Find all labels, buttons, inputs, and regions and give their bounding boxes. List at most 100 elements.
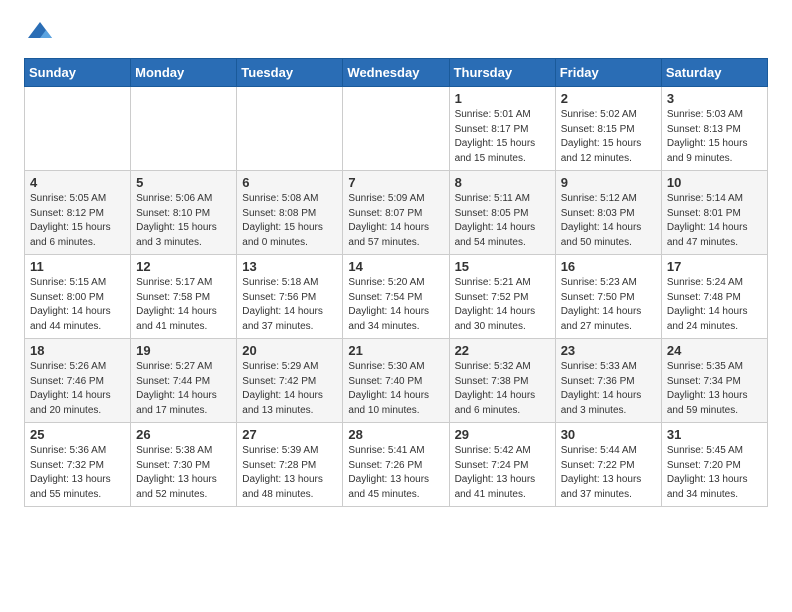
day-number: 19 xyxy=(136,343,231,358)
day-number: 3 xyxy=(667,91,762,106)
page-header xyxy=(24,20,768,42)
calendar-cell: 4 Sunrise: 5:05 AM Sunset: 8:12 PM Daylig… xyxy=(25,171,131,255)
day-number: 13 xyxy=(242,259,337,274)
calendar-cell: 29 Sunrise: 5:42 AM Sunset: 7:24 PM Dayli… xyxy=(449,423,555,507)
day-info: Sunrise: 5:27 AM Sunset: 7:44 PM Dayligh… xyxy=(136,360,231,418)
day-number: 16 xyxy=(561,259,656,274)
day-info: Sunrise: 5:09 AM Sunset: 8:07 PM Dayligh… xyxy=(348,192,443,250)
day-info: Sunrise: 5:06 AM Sunset: 8:10 PM Dayligh… xyxy=(136,192,231,250)
day-number: 26 xyxy=(136,427,231,442)
day-number: 24 xyxy=(667,343,762,358)
calendar-week-2: 4 Sunrise: 5:05 AM Sunset: 8:12 PM Daylig… xyxy=(25,171,768,255)
calendar-header-row: SundayMondayTuesdayWednesdayThursdayFrid… xyxy=(25,59,768,87)
calendar-cell: 26 Sunrise: 5:38 AM Sunset: 7:30 PM Dayli… xyxy=(131,423,237,507)
calendar-table: SundayMondayTuesdayWednesdayThursdayFrid… xyxy=(24,58,768,507)
header-tuesday: Tuesday xyxy=(237,59,343,87)
day-number: 8 xyxy=(455,175,550,190)
header-wednesday: Wednesday xyxy=(343,59,449,87)
day-info: Sunrise: 5:23 AM Sunset: 7:50 PM Dayligh… xyxy=(561,276,656,334)
calendar-cell xyxy=(237,87,343,171)
calendar-cell xyxy=(343,87,449,171)
day-number: 18 xyxy=(30,343,125,358)
day-number: 4 xyxy=(30,175,125,190)
day-info: Sunrise: 5:08 AM Sunset: 8:08 PM Dayligh… xyxy=(242,192,337,250)
calendar-cell xyxy=(131,87,237,171)
day-info: Sunrise: 5:11 AM Sunset: 8:05 PM Dayligh… xyxy=(455,192,550,250)
day-number: 29 xyxy=(455,427,550,442)
day-number: 5 xyxy=(136,175,231,190)
day-number: 30 xyxy=(561,427,656,442)
day-info: Sunrise: 5:17 AM Sunset: 7:58 PM Dayligh… xyxy=(136,276,231,334)
calendar-cell: 5 Sunrise: 5:06 AM Sunset: 8:10 PM Daylig… xyxy=(131,171,237,255)
calendar-cell: 7 Sunrise: 5:09 AM Sunset: 8:07 PM Daylig… xyxy=(343,171,449,255)
day-number: 23 xyxy=(561,343,656,358)
logo-icon xyxy=(26,20,54,42)
calendar-week-5: 25 Sunrise: 5:36 AM Sunset: 7:32 PM Dayli… xyxy=(25,423,768,507)
day-number: 1 xyxy=(455,91,550,106)
header-sunday: Sunday xyxy=(25,59,131,87)
calendar-cell: 2Sunrise: 5:02 AM Sunset: 8:15 PM Daylig… xyxy=(555,87,661,171)
calendar-cell: 30 Sunrise: 5:44 AM Sunset: 7:22 PM Dayli… xyxy=(555,423,661,507)
calendar-cell: 14Sunrise: 5:20 AM Sunset: 7:54 PM Dayli… xyxy=(343,255,449,339)
calendar-cell: 25 Sunrise: 5:36 AM Sunset: 7:32 PM Dayli… xyxy=(25,423,131,507)
calendar-cell: 13 Sunrise: 5:18 AM Sunset: 7:56 PM Dayli… xyxy=(237,255,343,339)
day-info: Sunrise: 5:18 AM Sunset: 7:56 PM Dayligh… xyxy=(242,276,337,334)
day-number: 11 xyxy=(30,259,125,274)
day-number: 28 xyxy=(348,427,443,442)
calendar-cell: 31Sunrise: 5:45 AM Sunset: 7:20 PM Dayli… xyxy=(661,423,767,507)
day-info: Sunrise: 5:03 AM Sunset: 8:13 PM Dayligh… xyxy=(667,108,762,166)
calendar-cell: 1 Sunrise: 5:01 AM Sunset: 8:17 PM Daylig… xyxy=(449,87,555,171)
day-number: 7 xyxy=(348,175,443,190)
day-number: 20 xyxy=(242,343,337,358)
day-info: Sunrise: 5:32 AM Sunset: 7:38 PM Dayligh… xyxy=(455,360,550,418)
day-info: Sunrise: 5:38 AM Sunset: 7:30 PM Dayligh… xyxy=(136,444,231,502)
calendar-cell xyxy=(25,87,131,171)
day-number: 12 xyxy=(136,259,231,274)
day-info: Sunrise: 5:44 AM Sunset: 7:22 PM Dayligh… xyxy=(561,444,656,502)
day-info: Sunrise: 5:05 AM Sunset: 8:12 PM Dayligh… xyxy=(30,192,125,250)
calendar-cell: 23Sunrise: 5:33 AM Sunset: 7:36 PM Dayli… xyxy=(555,339,661,423)
calendar-week-1: 1 Sunrise: 5:01 AM Sunset: 8:17 PM Daylig… xyxy=(25,87,768,171)
day-number: 6 xyxy=(242,175,337,190)
day-info: Sunrise: 5:42 AM Sunset: 7:24 PM Dayligh… xyxy=(455,444,550,502)
calendar-cell: 19 Sunrise: 5:27 AM Sunset: 7:44 PM Dayli… xyxy=(131,339,237,423)
day-number: 27 xyxy=(242,427,337,442)
day-info: Sunrise: 5:12 AM Sunset: 8:03 PM Dayligh… xyxy=(561,192,656,250)
day-number: 9 xyxy=(561,175,656,190)
calendar-cell: 21 Sunrise: 5:30 AM Sunset: 7:40 PM Dayli… xyxy=(343,339,449,423)
calendar-cell: 16 Sunrise: 5:23 AM Sunset: 7:50 PM Dayli… xyxy=(555,255,661,339)
calendar-cell: 17 Sunrise: 5:24 AM Sunset: 7:48 PM Dayli… xyxy=(661,255,767,339)
day-info: Sunrise: 5:26 AM Sunset: 7:46 PM Dayligh… xyxy=(30,360,125,418)
day-info: Sunrise: 5:02 AM Sunset: 8:15 PM Dayligh… xyxy=(561,108,656,166)
header-monday: Monday xyxy=(131,59,237,87)
calendar-cell: 6 Sunrise: 5:08 AM Sunset: 8:08 PM Daylig… xyxy=(237,171,343,255)
calendar-cell: 15Sunrise: 5:21 AM Sunset: 7:52 PM Dayli… xyxy=(449,255,555,339)
day-number: 21 xyxy=(348,343,443,358)
day-info: Sunrise: 5:41 AM Sunset: 7:26 PM Dayligh… xyxy=(348,444,443,502)
day-number: 15 xyxy=(455,259,550,274)
day-info: Sunrise: 5:45 AM Sunset: 7:20 PM Dayligh… xyxy=(667,444,762,502)
day-info: Sunrise: 5:20 AM Sunset: 7:54 PM Dayligh… xyxy=(348,276,443,334)
day-number: 10 xyxy=(667,175,762,190)
day-number: 25 xyxy=(30,427,125,442)
day-number: 22 xyxy=(455,343,550,358)
calendar-cell: 8 Sunrise: 5:11 AM Sunset: 8:05 PM Daylig… xyxy=(449,171,555,255)
calendar-cell: 27 Sunrise: 5:39 AM Sunset: 7:28 PM Dayli… xyxy=(237,423,343,507)
calendar-cell: 12 Sunrise: 5:17 AM Sunset: 7:58 PM Dayli… xyxy=(131,255,237,339)
calendar-week-3: 11Sunrise: 5:15 AM Sunset: 8:00 PM Dayli… xyxy=(25,255,768,339)
day-info: Sunrise: 5:30 AM Sunset: 7:40 PM Dayligh… xyxy=(348,360,443,418)
day-info: Sunrise: 5:36 AM Sunset: 7:32 PM Dayligh… xyxy=(30,444,125,502)
calendar-cell: 22 Sunrise: 5:32 AM Sunset: 7:38 PM Dayli… xyxy=(449,339,555,423)
day-number: 17 xyxy=(667,259,762,274)
header-friday: Friday xyxy=(555,59,661,87)
calendar-cell: 18 Sunrise: 5:26 AM Sunset: 7:46 PM Dayli… xyxy=(25,339,131,423)
header-thursday: Thursday xyxy=(449,59,555,87)
day-info: Sunrise: 5:24 AM Sunset: 7:48 PM Dayligh… xyxy=(667,276,762,334)
calendar-cell: 24Sunrise: 5:35 AM Sunset: 7:34 PM Dayli… xyxy=(661,339,767,423)
calendar-cell: 3 Sunrise: 5:03 AM Sunset: 8:13 PM Daylig… xyxy=(661,87,767,171)
day-info: Sunrise: 5:39 AM Sunset: 7:28 PM Dayligh… xyxy=(242,444,337,502)
day-info: Sunrise: 5:01 AM Sunset: 8:17 PM Dayligh… xyxy=(455,108,550,166)
calendar-cell: 10 Sunrise: 5:14 AM Sunset: 8:01 PM Dayli… xyxy=(661,171,767,255)
day-info: Sunrise: 5:14 AM Sunset: 8:01 PM Dayligh… xyxy=(667,192,762,250)
calendar-cell: 9 Sunrise: 5:12 AM Sunset: 8:03 PM Daylig… xyxy=(555,171,661,255)
